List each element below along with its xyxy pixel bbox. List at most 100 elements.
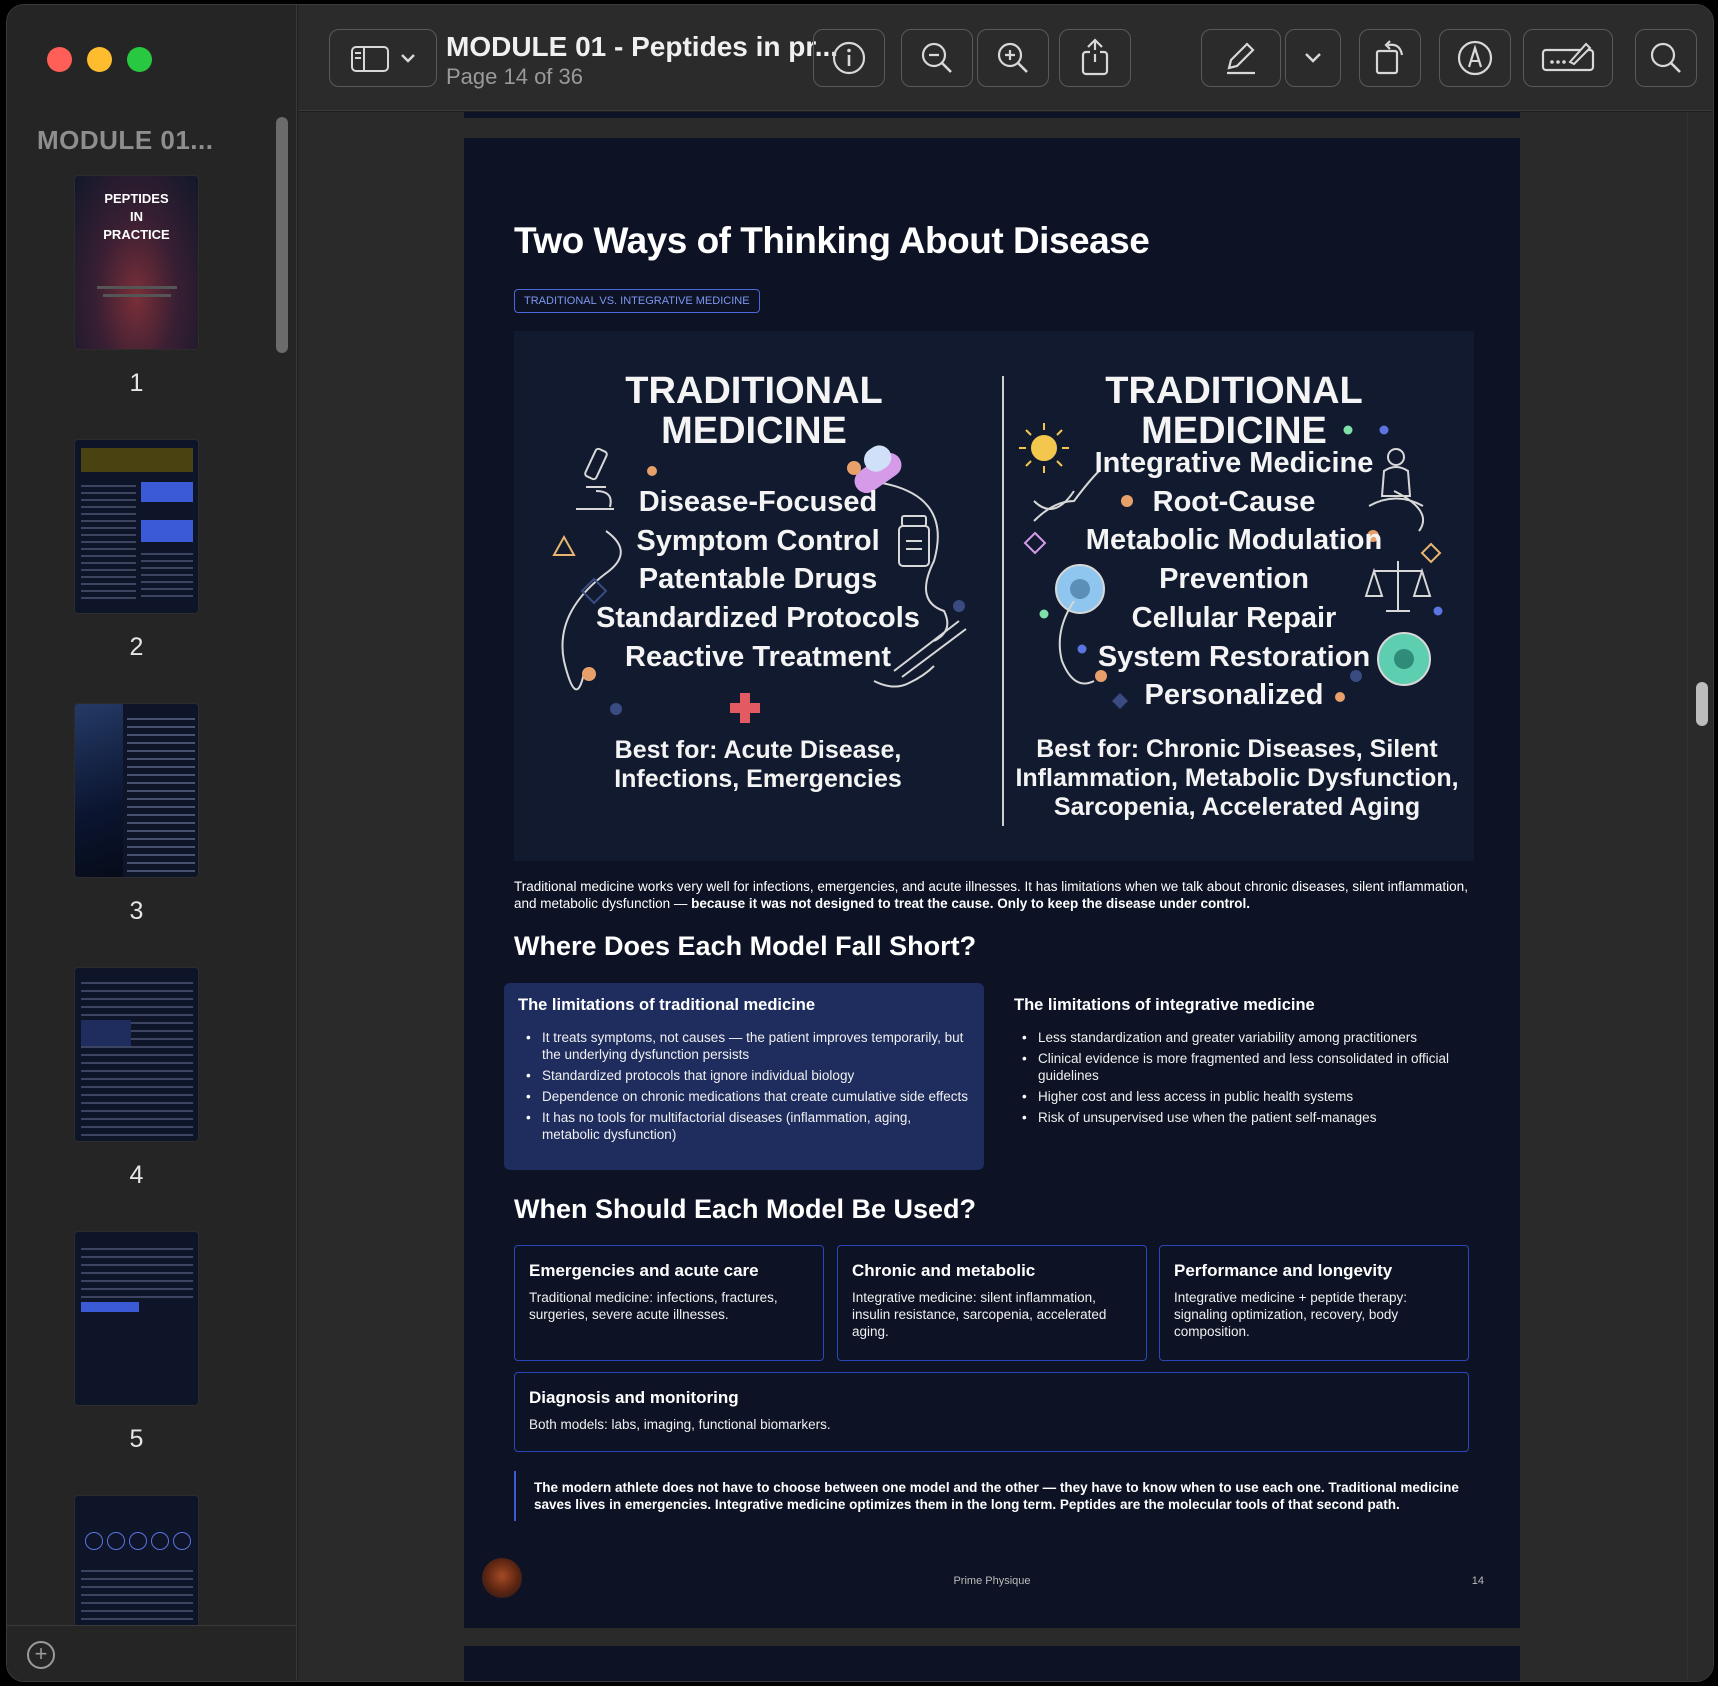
- right-feature-item: Metabolic Modulation: [1085, 524, 1383, 557]
- section-tag: TRADITIONAL VS. INTEGRATIVE MEDICINE: [514, 289, 760, 313]
- sidebar-document-title: MODULE 01...: [37, 125, 214, 155]
- list-item: It treats symptoms, not causes — the pat…: [518, 1029, 970, 1063]
- page-thumbnail-1[interactable]: PEPTIDES IN PRACTICE: [74, 175, 199, 350]
- left-feature-item: Reactive Treatment: [625, 640, 891, 673]
- right-best-for-line: Best for: Chronic Diseases, Silent: [1036, 735, 1438, 763]
- document-scrollbar[interactable]: [1687, 112, 1713, 1681]
- list-item: Higher cost and less access in public he…: [1014, 1088, 1466, 1105]
- thumbnail-block: [141, 520, 193, 542]
- page-thumbnail-3[interactable]: [74, 703, 199, 878]
- left-feature-item: Patentable Drugs: [638, 563, 878, 596]
- thumbnail-text-block: [81, 1242, 193, 1302]
- rotate-button[interactable]: [1359, 29, 1421, 87]
- right-feature-item: Integrative Medicine: [1094, 447, 1374, 479]
- fullscreen-window-button[interactable]: [127, 47, 152, 72]
- thumbnail-block: [141, 482, 193, 502]
- document-viewport[interactable]: Two Ways of Thinking About Disease TRADI…: [298, 112, 1687, 1681]
- previous-page-edge: [464, 112, 1520, 118]
- page-thumbnail-6[interactable]: [74, 1495, 199, 1630]
- signature-button[interactable]: [1523, 29, 1613, 87]
- scrollbar-thumb[interactable]: [1696, 682, 1708, 726]
- close-window-button[interactable]: [47, 47, 72, 72]
- page-thumbnail-2[interactable]: [74, 439, 199, 614]
- card-text: Integrative medicine + peptide therapy: …: [1174, 1290, 1408, 1339]
- right-best-for-line: Inflammation, Metabolic Dysfunction,: [1015, 764, 1459, 792]
- window-controls: [47, 47, 152, 72]
- thumbnail-block: [81, 448, 193, 472]
- usage-card-performance: Performance and longevity Integrative me…: [1159, 1245, 1469, 1361]
- traditional-limitations-list: It treats symptoms, not causes — the pat…: [518, 1029, 970, 1143]
- dot: [647, 466, 657, 476]
- card-text: Integrative medicine: silent inflammatio…: [852, 1290, 1107, 1339]
- thumbnail-number: 3: [129, 897, 144, 925]
- comparison-infographic: TRADITIONAL MEDICINE Disease-Focused Sym…: [514, 331, 1474, 861]
- left-feature-list: Disease-Focused Symptom Control Patentab…: [568, 483, 948, 677]
- markup-icon: [1457, 40, 1493, 76]
- dot: [953, 600, 965, 612]
- page-status: Page 14 of 36: [446, 64, 584, 89]
- page-thumbnail-4[interactable]: [74, 967, 199, 1142]
- preview-window: MODULE 01... PEPTIDES IN PRACTICE 1 2 3: [6, 4, 1714, 1682]
- pdf-page: Two Ways of Thinking About Disease TRADI…: [464, 138, 1520, 1628]
- summary-quote: The modern athlete does not have to choo…: [514, 1471, 1474, 1521]
- card-text: Traditional medicine: infections, fractu…: [529, 1290, 778, 1322]
- left-feature-item: Symptom Control: [636, 524, 880, 557]
- share-icon: [1081, 38, 1109, 76]
- thumbnail-block: [81, 1302, 139, 1312]
- left-title-line-1: TRADITIONAL: [625, 370, 883, 412]
- list-item: Dependence on chronic medications that c…: [518, 1088, 970, 1105]
- zoom-in-button[interactable]: [977, 29, 1049, 87]
- intro-paragraph: Traditional medicine works very well for…: [514, 878, 1474, 912]
- sidebar-scrollbar[interactable]: [276, 117, 288, 353]
- left-best-for-line: Infections, Emergencies: [614, 765, 902, 793]
- section-heading-when-used: When Should Each Model Be Used?: [514, 1194, 977, 1224]
- pen-icon: [1227, 42, 1255, 75]
- card-title: Emergencies and acute care: [529, 1261, 759, 1280]
- annotate-button[interactable]: [1439, 29, 1511, 87]
- thumbnail-number: 4: [129, 1161, 144, 1189]
- integrative-limitations-title: The limitations of integrative medicine: [1014, 996, 1315, 1014]
- thumbnail-number: 1: [129, 369, 144, 397]
- thumbnail-text-block: [81, 976, 193, 1136]
- info-icon: [832, 41, 866, 75]
- page-thumbnail-5[interactable]: [74, 1231, 199, 1406]
- right-feature-item: Cellular Repair: [1131, 601, 1337, 634]
- markup-pen-button[interactable]: [1201, 29, 1281, 87]
- sidebar-footer: +: [7, 1625, 296, 1681]
- integrative-limitations-list: Less standardization and greater variabi…: [1014, 1029, 1466, 1126]
- thumbnail-number: 5: [129, 1425, 144, 1453]
- search-icon: [1650, 42, 1681, 73]
- card-title: Diagnosis and monitoring: [529, 1388, 739, 1407]
- add-page-button[interactable]: +: [27, 1641, 55, 1669]
- dot: [847, 461, 861, 475]
- thumbnail-sidebar: MODULE 01... PEPTIDES IN PRACTICE 1 2 3: [7, 5, 297, 1681]
- right-best-for-line: Sarcopenia, Accelerated Aging: [1053, 793, 1421, 821]
- thumbnail-photo: [75, 704, 123, 877]
- list-item: It has no tools for multifactorial disea…: [518, 1109, 970, 1143]
- dot: [1433, 606, 1443, 616]
- sidebar-toggle-button[interactable]: [329, 29, 437, 87]
- minimize-window-button[interactable]: [87, 47, 112, 72]
- info-button[interactable]: [813, 29, 885, 87]
- card-title: Chronic and metabolic: [852, 1261, 1036, 1280]
- share-button[interactable]: [1059, 29, 1131, 87]
- markup-menu-button[interactable]: [1285, 29, 1341, 87]
- traditional-limitations-title: The limitations of traditional medicine: [518, 996, 816, 1014]
- left-title-line-2: MEDICINE: [661, 410, 847, 452]
- dot: [610, 703, 622, 715]
- thumbnail-text-block: [81, 1564, 193, 1624]
- red-cross-icon: [730, 693, 760, 723]
- right-feature-item: Root-Cause: [1152, 485, 1316, 518]
- section-heading-fall-short: Where Does Each Model Fall Short?: [514, 931, 977, 961]
- thumbnail-text-block: [127, 712, 195, 872]
- usage-card-diagnosis: Diagnosis and monitoring Both models: la…: [514, 1372, 1469, 1452]
- search-button[interactable]: [1635, 29, 1697, 87]
- traditional-limitations-box: The limitations of traditional medicine …: [504, 983, 984, 1170]
- intro-bold-text: because it was not designed to treat the…: [691, 896, 1251, 911]
- left-feature-item: Standardized Protocols: [596, 602, 920, 635]
- right-feature-item: Prevention: [1159, 563, 1309, 596]
- thumbnail-cover-title: PEPTIDES IN PRACTICE: [103, 191, 170, 242]
- footer-brand: Prime Physique: [953, 1575, 1031, 1587]
- signature-icon: [1541, 42, 1595, 72]
- zoom-out-button[interactable]: [901, 29, 973, 87]
